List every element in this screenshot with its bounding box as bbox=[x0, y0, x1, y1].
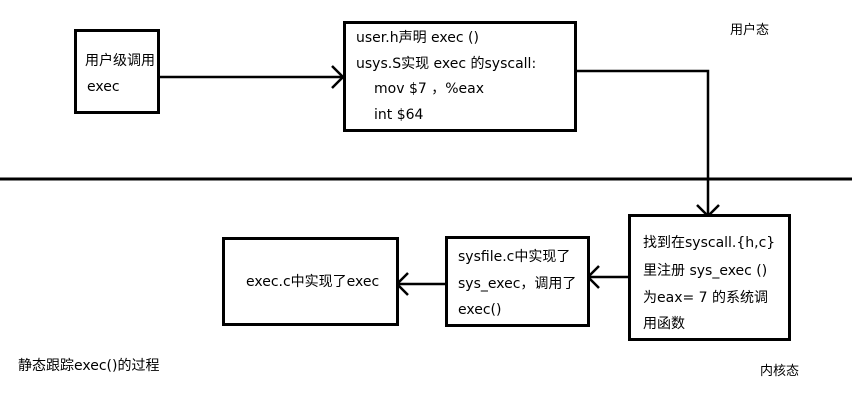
user-mode-label: 用户态 bbox=[730, 23, 770, 38]
syscall-line-3: 为eax= 7 的系统调 bbox=[643, 290, 769, 306]
arrow-sysfile-to-execc bbox=[395, 272, 447, 296]
usys-line-1: user.h声明 exec () bbox=[356, 30, 479, 46]
syscall-line-1: 找到在syscall.{h,c} bbox=[643, 235, 776, 251]
arrow-usys-to-syscall bbox=[575, 69, 720, 218]
user-exec-box: 用户级调用 exec bbox=[74, 29, 160, 114]
usys-line-4: int $64 bbox=[374, 107, 424, 123]
usys-line-2: usys.S实现 exec 的syscall: bbox=[356, 56, 537, 72]
sysfile-box: sysfile.c中实现了 sys_exec，调用了 exec() bbox=[445, 236, 590, 327]
syscall-box: 找到在syscall.{h,c} 里注册 sys_exec () 为eax= 7… bbox=[628, 214, 791, 341]
arrow-user-to-usys bbox=[158, 65, 345, 89]
sysfile-line-1: sysfile.c中实现了 bbox=[458, 249, 571, 265]
sysfile-line-3: exec() bbox=[458, 302, 502, 318]
syscall-line-2: 里注册 sys_exec () bbox=[643, 263, 768, 279]
kernel-mode-label: 内核态 bbox=[760, 364, 800, 379]
sysfile-line-2: sys_exec，调用了 bbox=[458, 276, 577, 292]
user-exec-line-1: 用户级调用 bbox=[85, 53, 155, 69]
caption-label: 静态跟踪exec()的过程 bbox=[18, 358, 160, 374]
syscall-line-4: 用函数 bbox=[643, 316, 685, 332]
user-exec-line-2: exec bbox=[87, 79, 120, 95]
usys-box: user.h声明 exec () usys.S实现 exec 的syscall:… bbox=[343, 21, 577, 132]
usys-line-3: mov $7 ，%eax bbox=[374, 81, 484, 97]
arrow-syscall-to-sysfile bbox=[586, 265, 630, 289]
execc-box: exec.c中实现了exec bbox=[222, 237, 399, 326]
execc-line-1: exec.c中实现了exec bbox=[246, 274, 380, 290]
